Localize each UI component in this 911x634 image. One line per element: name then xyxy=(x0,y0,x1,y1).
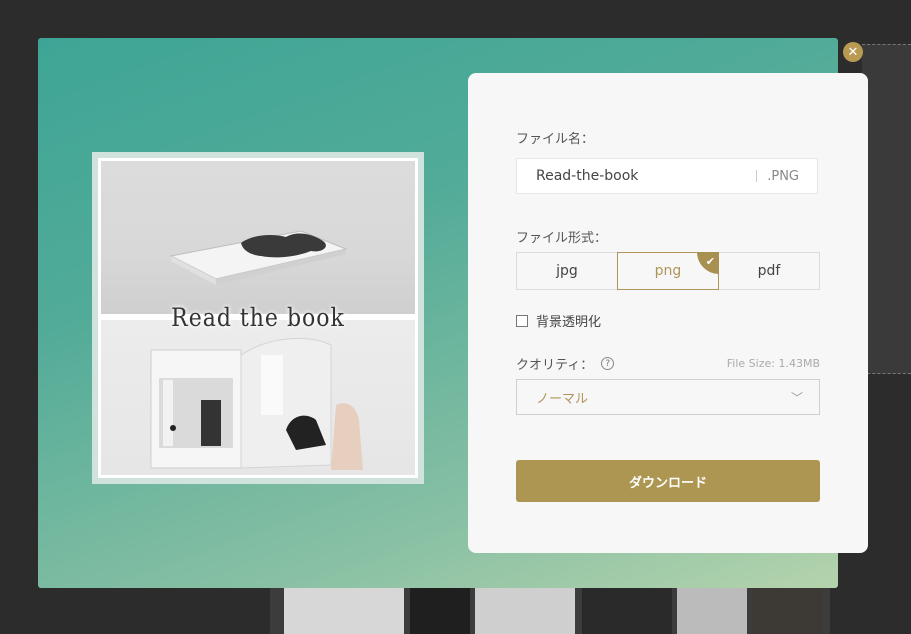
close-icon[interactable]: ✕ xyxy=(843,42,863,62)
preview-title: Read the book xyxy=(171,304,345,333)
design-preview: Read the book xyxy=(92,152,424,484)
preview-canvas: Read the book xyxy=(98,158,418,478)
transparent-background-label: 背景透明化 xyxy=(536,315,602,330)
file-format-label: ファイル形式： xyxy=(516,231,608,246)
background-thumbnail xyxy=(677,588,747,634)
background-thumbnail xyxy=(475,588,575,634)
filename-input[interactable] xyxy=(517,158,757,194)
quality-label: クオリティ： xyxy=(516,358,594,373)
filename-extension: .PNG xyxy=(767,168,799,184)
file-size-text: File Size: 1.43MB xyxy=(726,357,820,370)
background-panel xyxy=(862,44,911,374)
preview-photo-top xyxy=(101,161,415,314)
extension-divider xyxy=(756,170,758,182)
quality-header: クオリティ： ? File Size: 1.43MB xyxy=(516,354,820,373)
format-pdf-button[interactable]: pdf xyxy=(718,252,820,290)
download-button[interactable]: ダウンロード xyxy=(516,460,820,502)
format-png-button[interactable]: png ✔ xyxy=(617,252,719,290)
quality-dropdown[interactable]: ノーマル ﹀ xyxy=(516,379,820,415)
transparent-background-option[interactable]: 背景透明化 xyxy=(516,311,601,330)
checkmark-icon: ✔ xyxy=(697,252,719,274)
preview-photo-bottom xyxy=(101,320,415,475)
background-thumbnail xyxy=(582,588,672,634)
export-settings-panel: ファイル名： .PNG ファイル形式： jpg png ✔ pdf 背景透明化 … xyxy=(468,73,868,553)
format-jpg-button[interactable]: jpg xyxy=(516,252,618,290)
background-thumbnail xyxy=(284,588,404,634)
background-thumbnail xyxy=(410,588,470,634)
format-png-label: png xyxy=(654,263,682,279)
filename-field: .PNG xyxy=(516,158,818,194)
background-thumbnail xyxy=(752,588,822,634)
transparent-background-checkbox[interactable] xyxy=(516,314,528,327)
quality-selected-value: ノーマル xyxy=(536,391,589,407)
chevron-down-icon: ﹀ xyxy=(790,390,803,405)
question-icon[interactable]: ? xyxy=(601,357,615,370)
file-format-selector: jpg png ✔ pdf xyxy=(516,252,820,290)
filename-label: ファイル名： xyxy=(516,132,595,147)
